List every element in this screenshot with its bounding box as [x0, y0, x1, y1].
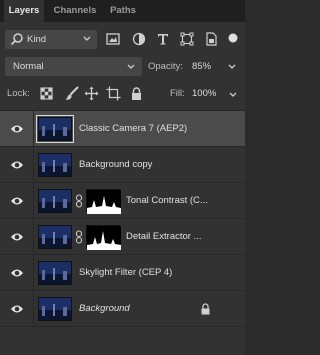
layer-name: Tonal Contrast (C...: [126, 195, 208, 206]
layer-mask-thumbnail[interactable]: [86, 189, 121, 214]
shape-filter-icon[interactable]: [180, 32, 194, 46]
lock-image-icon[interactable]: [64, 86, 79, 101]
eye-icon: [11, 233, 23, 241]
visibility-toggle[interactable]: [0, 147, 34, 183]
lock-artboard-icon[interactable]: [106, 86, 121, 101]
visibility-toggle[interactable]: [0, 183, 34, 219]
lock-transparent-icon[interactable]: [39, 86, 54, 101]
layer-thumbnail: [38, 189, 72, 213]
link-icon[interactable]: [75, 230, 83, 244]
layer-row[interactable]: Background copy: [0, 147, 245, 183]
layer-row[interactable]: Detail Extractor ...: [0, 219, 245, 255]
visibility-toggle[interactable]: [0, 111, 34, 147]
layer-name: Background: [79, 303, 130, 314]
visibility-toggle[interactable]: [0, 255, 34, 291]
tab-layers[interactable]: Layers: [4, 0, 44, 22]
eye-icon: [11, 197, 23, 205]
link-icon[interactable]: [75, 194, 83, 208]
adjustment-filter-icon[interactable]: [132, 32, 146, 46]
chevron-down-icon: [83, 36, 91, 41]
lock-position-icon[interactable]: [84, 86, 99, 101]
fill-value: 100%: [192, 88, 217, 99]
layer-mask-thumbnail[interactable]: [86, 225, 121, 250]
layer-thumbnail: [38, 153, 72, 177]
layers-list: Classic Camera 7 (AEP2) Background copy …: [0, 111, 245, 327]
search-icon: [10, 33, 23, 46]
layer-row[interactable]: Tonal Contrast (C...: [0, 183, 245, 219]
chevron-down-icon: [127, 64, 135, 69]
layer-thumbnail: [38, 225, 72, 249]
layer-thumbnail: [38, 297, 72, 321]
opacity-input[interactable]: 85%: [187, 57, 237, 76]
visibility-toggle[interactable]: [0, 291, 34, 327]
fill-label: Fill:: [170, 88, 185, 99]
filter-kind-select[interactable]: Kind: [5, 30, 97, 49]
layers-panel: Kind Normal Opacity: 85% Lock: Fill: 100…: [0, 22, 245, 355]
chevron-down-icon[interactable]: [227, 60, 237, 73]
layer-name: Skylight Filter (CEP 4): [79, 267, 173, 278]
eye-icon: [11, 125, 23, 133]
smart-object-filter-icon[interactable]: [204, 32, 218, 46]
lock-icon[interactable]: [200, 303, 211, 315]
opacity-label: Opacity:: [148, 61, 183, 72]
eye-icon: [11, 161, 23, 169]
chevron-down-icon[interactable]: [228, 88, 238, 101]
tab-channels[interactable]: Channels: [50, 0, 100, 22]
layer-thumbnail: [36, 115, 74, 143]
blend-mode-value: Normal: [13, 61, 44, 72]
visibility-toggle[interactable]: [0, 219, 34, 255]
filter-toggle-icon[interactable]: [228, 33, 238, 43]
layer-row[interactable]: Skylight Filter (CEP 4): [0, 255, 245, 291]
layer-row[interactable]: Background: [0, 291, 245, 327]
layer-name: Background copy: [79, 159, 153, 170]
type-filter-icon[interactable]: [156, 32, 170, 46]
lock-label: Lock:: [7, 88, 30, 99]
layer-thumbnail: [38, 261, 72, 285]
layer-name: Classic Camera 7 (AEP2): [79, 123, 188, 134]
layer-name: Detail Extractor ...: [126, 231, 202, 242]
lock-all-icon[interactable]: [129, 86, 144, 101]
filter-kind-label: Kind: [27, 34, 47, 45]
eye-icon: [11, 269, 23, 277]
fill-input[interactable]: 100%: [189, 85, 239, 103]
eye-icon: [11, 305, 23, 313]
opacity-value: 85%: [192, 61, 212, 72]
panel-tab-bar: Layers Channels Paths: [0, 0, 245, 22]
blend-mode-select[interactable]: Normal: [5, 57, 142, 76]
pixel-filter-icon[interactable]: [106, 32, 120, 46]
tab-paths[interactable]: Paths: [106, 0, 140, 22]
layer-row[interactable]: Classic Camera 7 (AEP2): [0, 111, 245, 147]
